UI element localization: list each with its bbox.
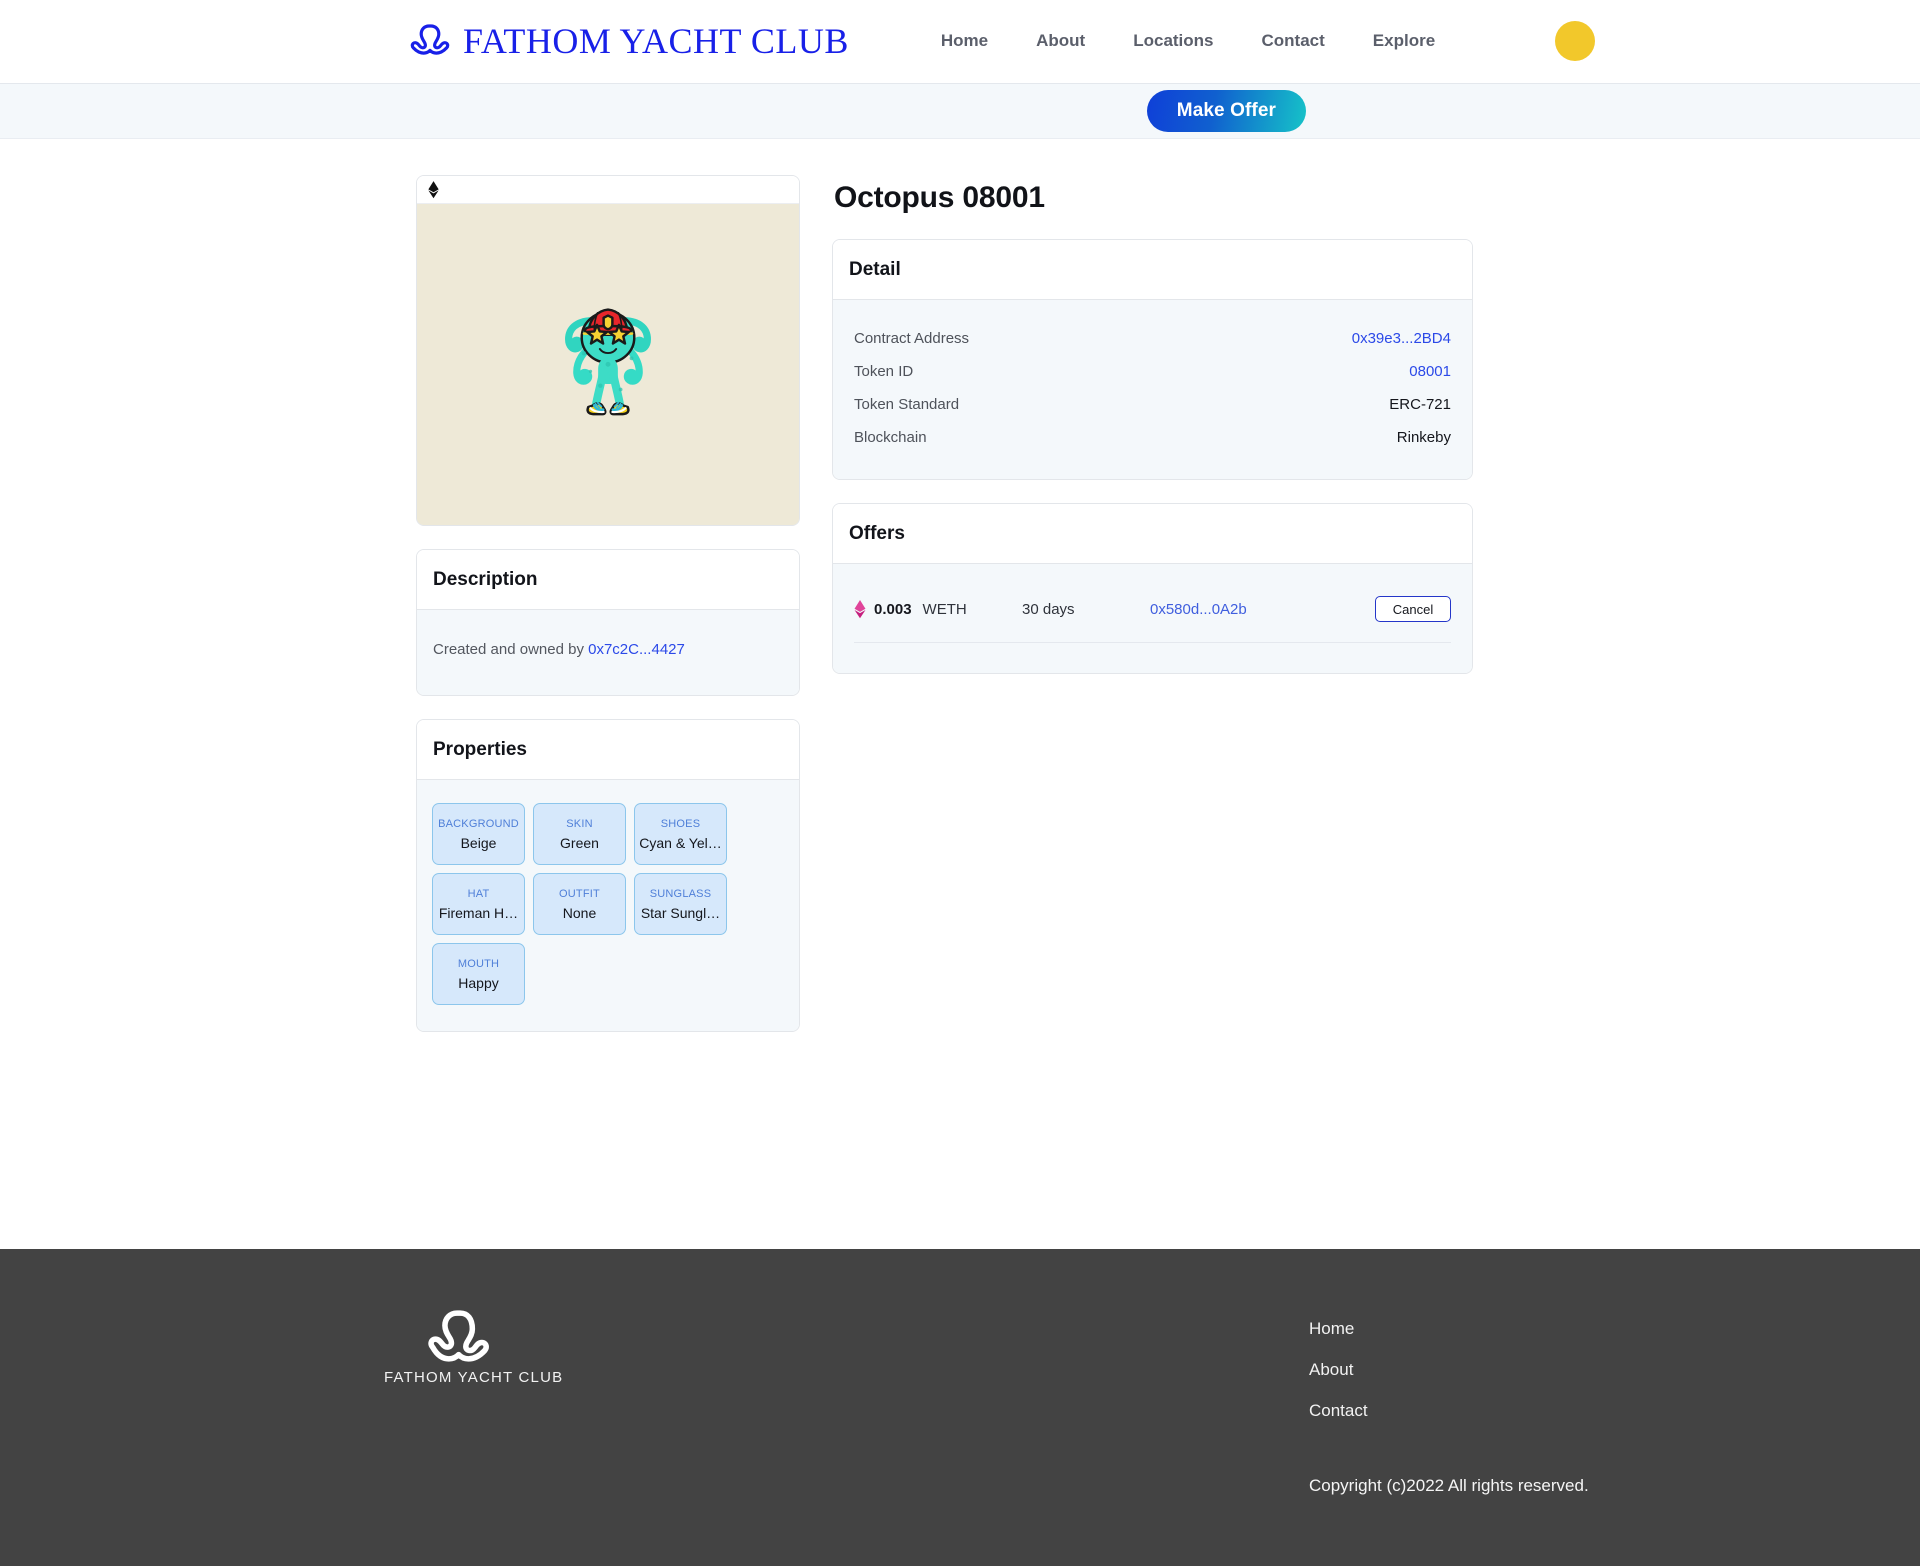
detail-label: Token ID <box>854 363 914 380</box>
octopus-logo-icon <box>408 20 450 62</box>
property-chip-sunglass[interactable]: SUNGLASS Star Sungl… <box>634 873 727 935</box>
blockchain-value: Rinkeby <box>1396 429 1451 446</box>
detail-row-blockchain: Blockchain Rinkeby <box>854 421 1451 454</box>
page-title: Octopus 08001 <box>834 181 1045 214</box>
offer-price: 0.003 WETH <box>854 599 1022 619</box>
ethereum-icon <box>854 599 866 619</box>
left-column: Description Created and owned by 0x7c2C.… <box>416 175 800 1055</box>
footer-link-about[interactable]: About <box>1309 1360 1589 1380</box>
properties-heading: Properties <box>433 739 527 760</box>
property-value: Green <box>560 834 599 851</box>
detail-layout: Description Created and owned by 0x7c2C.… <box>416 175 1516 1055</box>
offers-heading: Offers <box>849 523 905 544</box>
properties-card-header: Properties <box>417 720 799 780</box>
description-card: Description Created and owned by 0x7c2C.… <box>416 549 800 696</box>
properties-card: Properties BACKGROUND Beige SKIN Green S… <box>416 719 800 1032</box>
description-heading: Description <box>433 569 538 590</box>
offers-body: 0.003 WETH 30 days 0x580d...0A2b Cancel <box>833 564 1472 673</box>
property-chip-outfit[interactable]: OUTFIT None <box>533 873 626 935</box>
offers-card: Offers 0.003 WETH 30 days 0x580d...0A2b … <box>832 503 1473 674</box>
detail-heading: Detail <box>849 259 901 280</box>
top-navigation-bar: FATHOM YACHT CLUB Home About Locations C… <box>0 0 1920 83</box>
cancel-offer-button[interactable]: Cancel <box>1375 596 1451 622</box>
offer-expiration: 30 days <box>1022 600 1075 618</box>
nft-artwork <box>417 204 799 525</box>
property-value: Happy <box>458 974 499 991</box>
contract-address-link[interactable]: 0x39e3...2BD4 <box>1352 330 1451 347</box>
property-value: Beige <box>460 834 497 851</box>
properties-grid: BACKGROUND Beige SKIN Green SHOES Cyan &… <box>432 803 784 1005</box>
property-key: BACKGROUND <box>438 817 519 830</box>
nav-item-contact[interactable]: Contact <box>1262 31 1325 51</box>
make-offer-button[interactable]: Make Offer <box>1146 90 1306 132</box>
nft-image-card <box>416 175 800 526</box>
footer-link-contact[interactable]: Contact <box>1309 1401 1589 1421</box>
wallet-avatar[interactable] <box>1555 21 1596 61</box>
action-bar: Make Offer <box>0 83 1920 139</box>
property-key: OUTFIT <box>559 887 600 900</box>
copyright-text: Copyright (c)2022 All rights reserved. <box>1309 1476 1589 1495</box>
detail-card: Detail Contract Address 0x39e3...2BD4 To… <box>832 239 1473 480</box>
property-chip-hat[interactable]: HAT Fireman H… <box>432 873 525 935</box>
property-key: SHOES <box>660 817 701 830</box>
brand-logo[interactable]: FATHOM YACHT CLUB <box>408 20 849 62</box>
detail-label: Blockchain <box>854 429 927 446</box>
nft-image-card-header <box>417 176 799 204</box>
ethereum-icon <box>428 180 439 199</box>
detail-body: Contract Address 0x39e3...2BD4 Token ID … <box>833 300 1472 479</box>
property-key: SKIN <box>566 817 593 830</box>
property-chip-skin[interactable]: SKIN Green <box>533 803 626 865</box>
property-key: MOUTH <box>457 957 500 970</box>
property-key: SUNGLASS <box>649 887 712 900</box>
offer-amount: 0.003 <box>874 600 912 618</box>
description-body: Created and owned by 0x7c2C...4427 <box>417 610 799 695</box>
primary-nav: Home About Locations Contact Explore <box>941 21 1596 61</box>
description-card-header: Description <box>417 550 799 610</box>
nav-item-home[interactable]: Home <box>941 31 988 51</box>
footer-brand-name: FATHOM YACHT CLUB <box>384 1369 564 1386</box>
detail-label: Token Standard <box>854 396 960 413</box>
brand-name: FATHOM YACHT CLUB <box>463 21 849 61</box>
footer-link-home[interactable]: Home <box>1309 1319 1589 1339</box>
offer-row: 0.003 WETH 30 days 0x580d...0A2b Cancel <box>854 586 1451 643</box>
property-chip-background[interactable]: BACKGROUND Beige <box>432 803 525 865</box>
page-content: Description Created and owned by 0x7c2C.… <box>0 139 1920 1249</box>
property-chip-mouth[interactable]: MOUTH Happy <box>432 943 525 1005</box>
detail-row-token-standard: Token Standard ERC-721 <box>854 388 1451 421</box>
offers-card-header: Offers <box>833 504 1472 564</box>
detail-card-header: Detail <box>833 240 1472 300</box>
token-id-link[interactable]: 08001 <box>1409 363 1451 380</box>
right-column: Octopus 08001 Detail Contract Address 0x… <box>832 175 1473 697</box>
offer-from-address-link[interactable]: 0x580d...0A2b <box>1150 601 1375 618</box>
nav-item-locations[interactable]: Locations <box>1133 31 1213 51</box>
owner-address-link[interactable]: 0x7c2C...4427 <box>588 641 685 658</box>
octopus-logo-icon <box>384 1305 494 1367</box>
detail-row-token-id: Token ID 08001 <box>854 355 1451 388</box>
detail-row-contract-address: Contract Address 0x39e3...2BD4 <box>854 322 1451 355</box>
offer-currency: WETH <box>922 600 967 618</box>
property-key: HAT <box>467 887 490 900</box>
detail-label: Contract Address <box>854 330 970 347</box>
property-value: Fireman H… <box>438 904 519 921</box>
nav-item-explore[interactable]: Explore <box>1373 31 1435 51</box>
site-footer: FATHOM YACHT CLUB Home About Contact Cop… <box>0 1249 1920 1566</box>
property-value: Star Sungl… <box>640 904 721 921</box>
token-standard-value: ERC-721 <box>1389 396 1451 413</box>
nav-item-about[interactable]: About <box>1036 31 1085 51</box>
description-text: Created and owned by <box>433 641 589 658</box>
properties-body: BACKGROUND Beige SKIN Green SHOES Cyan &… <box>417 780 799 1031</box>
property-value: None <box>562 904 597 921</box>
property-value: Cyan & Yel… <box>639 834 722 851</box>
footer-nav: Home About Contact Copyright (c)2022 All… <box>1309 1305 1589 1526</box>
footer-brand: FATHOM YACHT CLUB <box>384 1305 684 1526</box>
property-chip-shoes[interactable]: SHOES Cyan & Yel… <box>634 803 727 865</box>
